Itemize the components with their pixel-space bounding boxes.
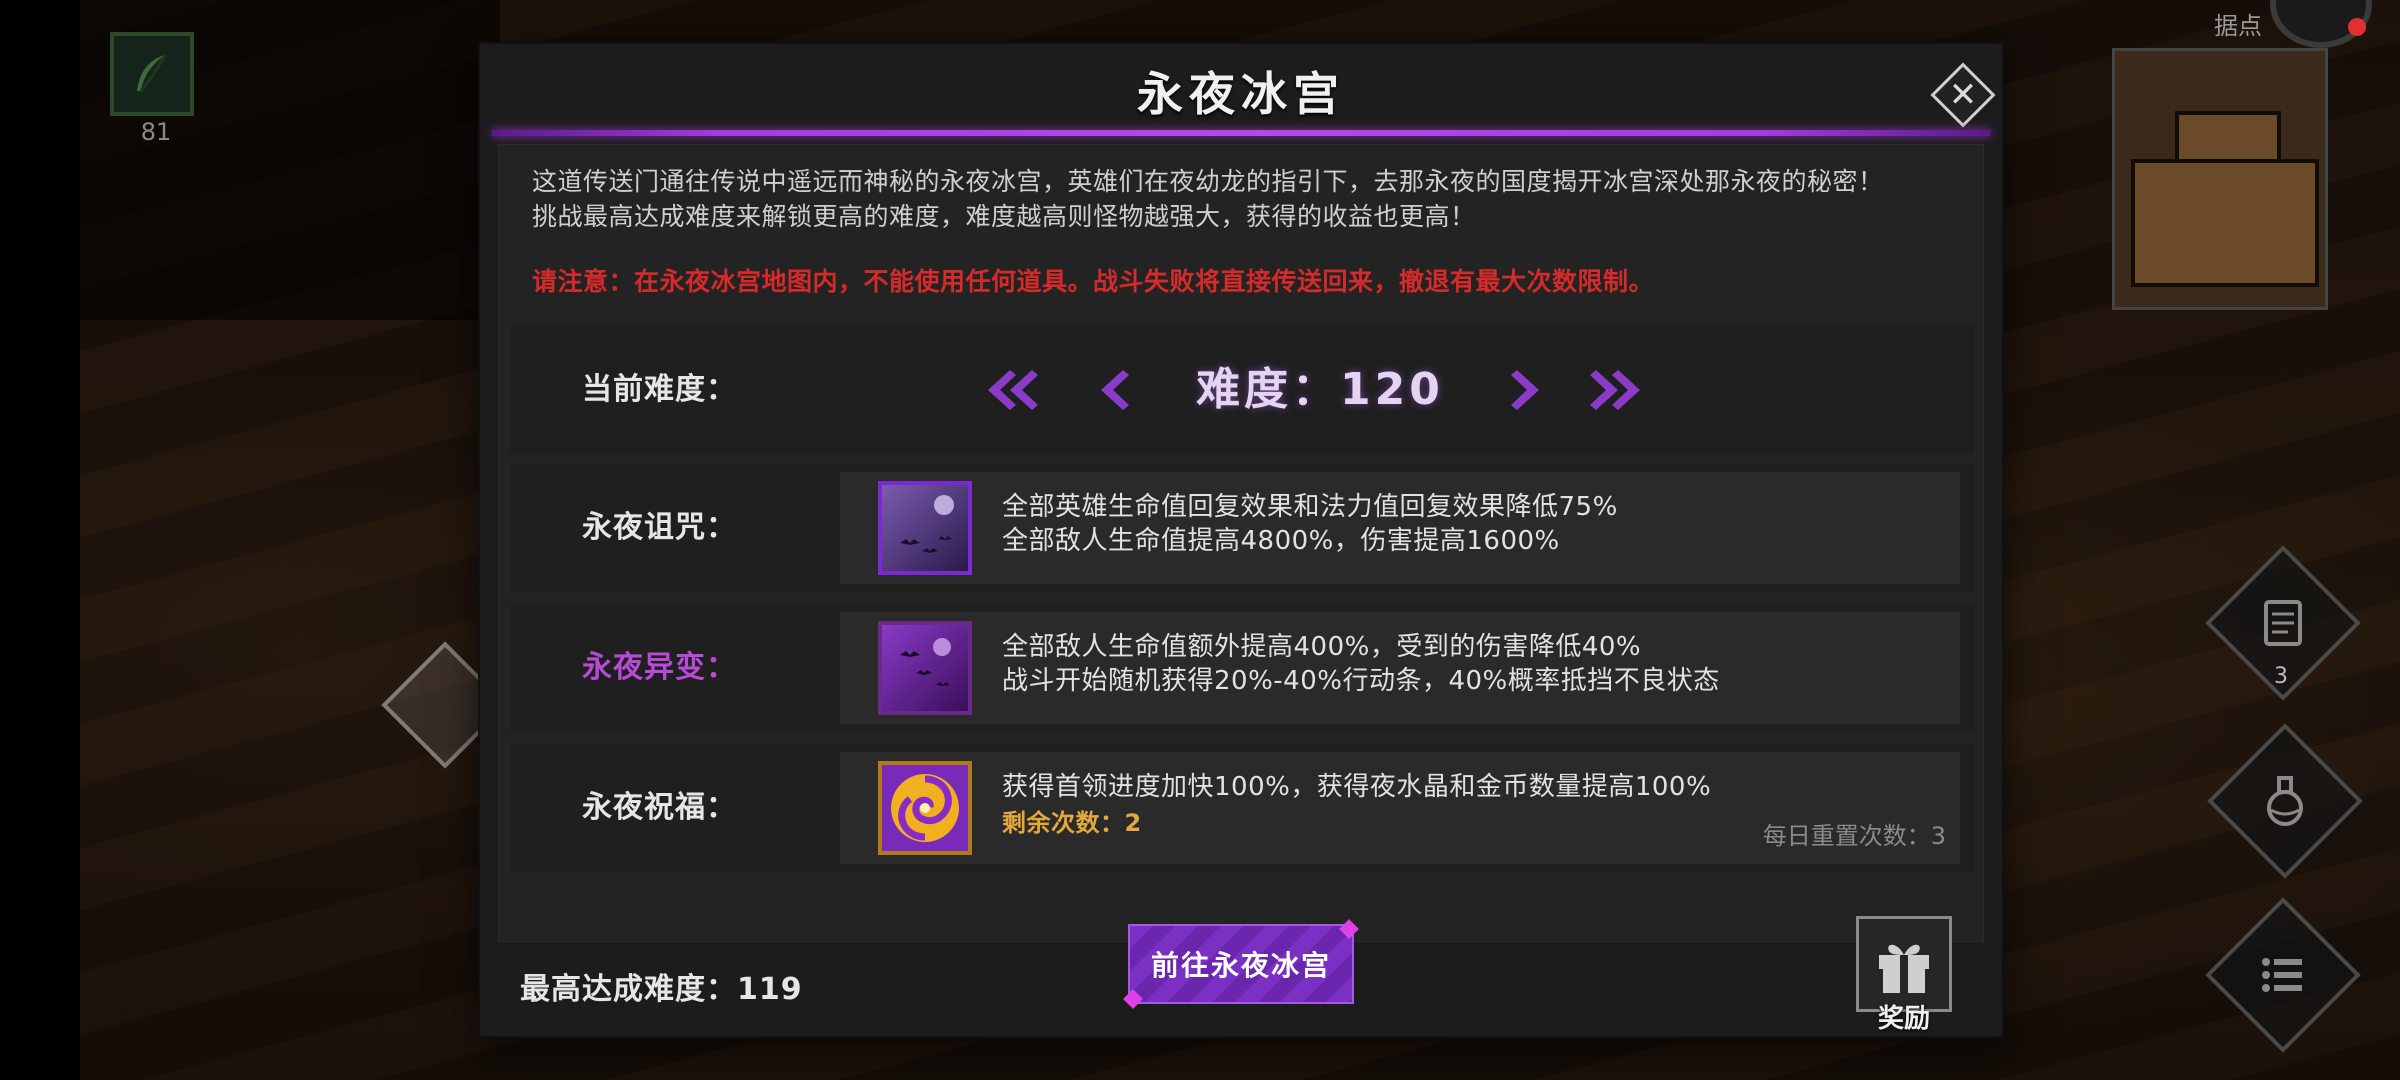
quest-count-badge: 3 <box>2274 664 2288 689</box>
curse-row: 永夜诅咒： 全部英雄生命值回复效果和法力值回复效果降低75% 全部敌人生命值提高… <box>510 464 1974 592</box>
quest-button[interactable] <box>2228 568 2338 678</box>
menu-button[interactable] <box>2228 920 2338 1030</box>
minimap[interactable] <box>2112 48 2328 310</box>
close-icon: ✕ <box>1948 75 1978 115</box>
blessing-label: 永夜祝福： <box>582 790 737 825</box>
scroll-icon <box>2264 600 2302 646</box>
effect-line: 全部敌人生命值提高4800%，伤害提高1600% <box>1002 526 1560 556</box>
difficulty-max-button[interactable] <box>1578 326 1658 454</box>
button-corner <box>1123 989 1143 1009</box>
feather-icon <box>137 54 167 92</box>
description: 这道传送门通往传说中遥远而神秘的永夜冰宫，英雄们在夜幼龙的指引下，去那永夜的国度… <box>532 164 1972 234</box>
reward-button[interactable]: 奖励 <box>1852 916 1956 1034</box>
difficulty-label: 当前难度： <box>582 372 737 407</box>
mutation-effect-slot[interactable] <box>878 621 972 715</box>
curse-label: 永夜诅咒： <box>582 510 737 545</box>
curse-effects: 全部英雄生命值回复效果和法力值回复效果降低75% 全部敌人生命值提高4800%，… <box>1002 490 1618 558</box>
best-difficulty: 最高达成难度：119 <box>520 972 803 1007</box>
bats-moon-icon <box>882 485 968 571</box>
potion-icon <box>2267 776 2303 826</box>
potion-button[interactable] <box>2230 746 2340 856</box>
blessing-row: 永夜祝福： 获得首领进度加快100%，获得夜水晶和金币数量提高100% 剩余次数… <box>510 744 1974 872</box>
enter-palace-label: 前往永夜冰宫 <box>1150 949 1331 982</box>
blessing-effects: 获得首领进度加快100%，获得夜水晶和金币数量提高100% 剩余次数：2 <box>1002 770 1711 840</box>
double-chevron-left-icon <box>988 370 1038 410</box>
effect-line: 获得首领进度加快100%，获得夜水晶和金币数量提高100% <box>1002 772 1712 802</box>
title-divider <box>492 130 1990 136</box>
minimap-room <box>2131 159 2319 287</box>
double-chevron-right-icon <box>1590 370 1640 410</box>
mutation-label: 永夜异变： <box>582 650 737 685</box>
close-button[interactable]: ✕ <box>1928 60 1998 130</box>
minimap-label: 据点 <box>2214 12 2262 40</box>
blessing-effect-slot[interactable] <box>878 761 972 855</box>
description-line: 挑战最高达成难度来解锁更高的难度，难度越高则怪物越强大，获得的收益也更高！ <box>532 202 1476 231</box>
warning-text: 请注意：在永夜冰宫地图内，不能使用任何道具。战斗失败将直接传送回来，撤退有最大次… <box>532 267 1655 296</box>
bats-purple-icon <box>882 625 968 711</box>
enter-palace-button[interactable]: 前往永夜冰宫 <box>1123 919 1359 1009</box>
inventory-item-slot[interactable] <box>110 32 194 116</box>
difficulty-min-button[interactable] <box>970 326 1050 454</box>
vortex-icon <box>882 765 968 851</box>
daily-reset-count: 每日重置次数：3 <box>1762 822 1946 850</box>
notification-dot <box>2348 18 2366 36</box>
item-count: 81 <box>140 118 172 146</box>
curse-effect-slot[interactable] <box>878 481 972 575</box>
difficulty-row: 当前难度： 难度：120 <box>510 326 1974 454</box>
description-line: 这道传送门通往传说中遥远而神秘的永夜冰宫，英雄们在夜幼龙的指引下，去那永夜的国度… <box>532 167 1884 196</box>
effect-line: 战斗开始随机获得20%-40%行动条，40%概率抵挡不良状态 <box>1002 666 1720 696</box>
difficulty-decrease-button[interactable] <box>1078 326 1148 454</box>
chevron-right-icon <box>1511 370 1539 410</box>
difficulty-value: 难度：120 <box>1196 364 1444 415</box>
effect-line: 全部敌人生命值额外提高400%，受到的伤害降低40% <box>1002 632 1642 662</box>
remaining-count: 剩余次数：2 <box>1002 809 1142 837</box>
effect-line: 全部英雄生命值回复效果和法力值回复效果降低75% <box>1002 492 1618 522</box>
mutation-effects: 全部敌人生命值额外提高400%，受到的伤害降低40% 战斗开始随机获得20%-4… <box>1002 630 1720 698</box>
gift-icon <box>1879 944 1929 993</box>
reward-label: 奖励 <box>1877 1004 1930 1034</box>
eternal-night-palace-dialog: 永夜冰宫 ✕ 这道传送门通往传说中遥远而神秘的永夜冰宫，英雄们在夜幼龙的指引下，… <box>480 44 2002 1036</box>
mutation-row: 永夜异变： 全部敌人生命值额外提高400%，受到的伤害降低40% 战斗开始随机获… <box>510 604 1974 732</box>
difficulty-increase-button[interactable] <box>1492 326 1562 454</box>
chevron-left-icon <box>1101 370 1129 410</box>
list-menu-icon <box>2262 958 2302 992</box>
dialog-title: 永夜冰宫 <box>1137 67 1345 121</box>
